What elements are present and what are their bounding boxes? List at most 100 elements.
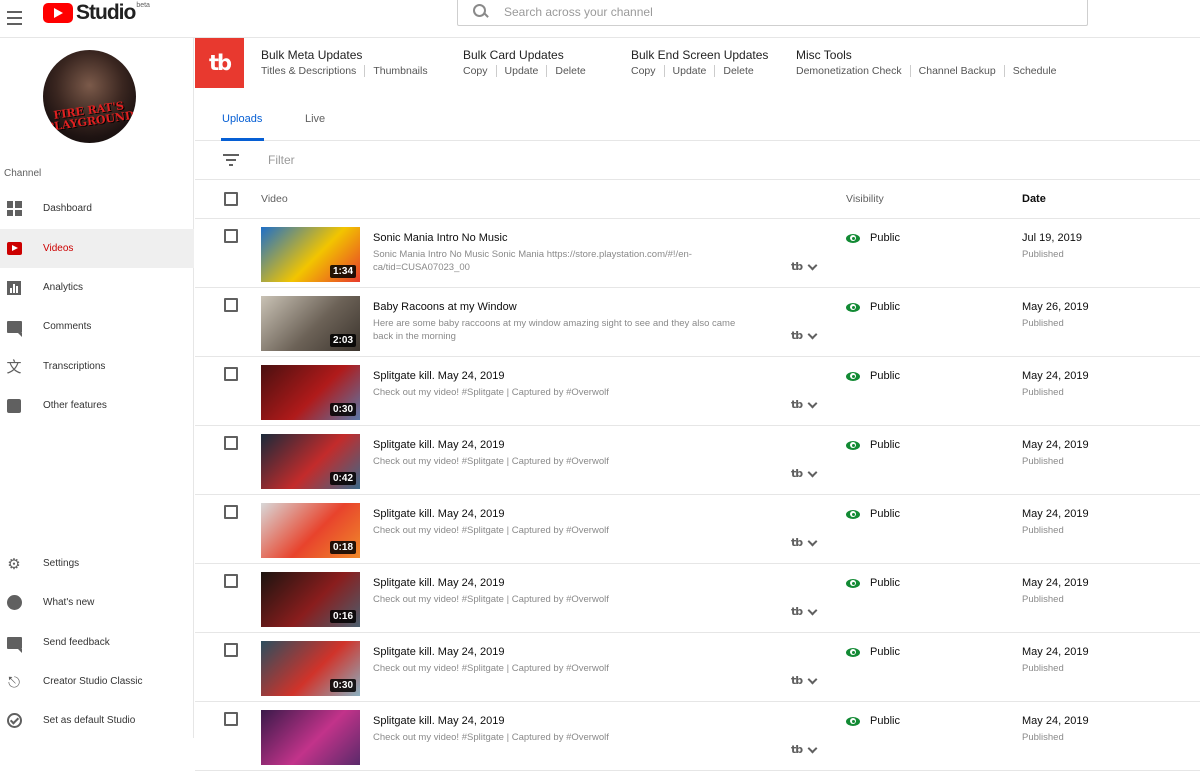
video-thumbnail[interactable]: 1:34 xyxy=(261,227,360,282)
chevron-down-icon[interactable] xyxy=(807,605,818,616)
hamburger-menu-icon[interactable] xyxy=(7,11,22,25)
tb-link-delete[interactable]: Delete xyxy=(714,65,761,77)
filter-input[interactable]: Filter xyxy=(268,153,295,167)
visibility-cell[interactable]: Public xyxy=(846,508,900,520)
tb-link-channel-backup[interactable]: Channel Backup xyxy=(909,65,1004,77)
sidebar-item-comments[interactable]: Comments xyxy=(0,307,194,346)
sidebar-item-transcriptions[interactable]: 文 Transcriptions xyxy=(0,347,194,386)
visibility-label: Public xyxy=(870,508,900,520)
row-checkbox[interactable] xyxy=(224,298,238,312)
chevron-down-icon[interactable] xyxy=(807,329,818,340)
tubebuddy-row-icon[interactable]: tb xyxy=(791,398,803,411)
tb-group-bulk-meta: Bulk Meta Updates Titles & Descriptions … xyxy=(261,48,436,77)
visibility-cell[interactable]: Public xyxy=(846,577,900,589)
visibility-cell[interactable]: Public xyxy=(846,646,900,658)
sidebar-item-whats-new[interactable]: What's new xyxy=(0,583,194,622)
row-checkbox[interactable] xyxy=(224,712,238,726)
header-visibility[interactable]: Visibility xyxy=(846,193,884,205)
row-checkbox[interactable] xyxy=(224,436,238,450)
tb-link-update[interactable]: Update xyxy=(663,65,715,77)
tubebuddy-logo-icon[interactable]: tb xyxy=(195,38,244,88)
video-thumbnail[interactable]: 2:03 xyxy=(261,296,360,351)
tb-link-delete[interactable]: Delete xyxy=(546,65,593,77)
table-row[interactable]: Splitgate kill. May 24, 2019 Check out m… xyxy=(195,702,1200,771)
visibility-cell[interactable]: Public xyxy=(846,715,900,727)
table-row[interactable]: 0:30 Splitgate kill. May 24, 2019 Check … xyxy=(195,633,1200,702)
select-all-checkbox[interactable] xyxy=(224,192,238,206)
video-description: Check out my video! #Splitgate | Capture… xyxy=(373,594,609,605)
video-description: Sonic Mania Intro No Music Sonic Mania h… xyxy=(373,249,692,273)
tab-uploads[interactable]: Uploads xyxy=(222,113,262,125)
visibility-cell[interactable]: Public xyxy=(846,232,900,244)
table-row[interactable]: 1:34 Sonic Mania Intro No Music Sonic Ma… xyxy=(195,219,1200,288)
chevron-down-icon[interactable] xyxy=(807,467,818,478)
chevron-down-icon[interactable] xyxy=(807,674,818,685)
tb-link-schedule[interactable]: Schedule xyxy=(1003,65,1065,77)
chevron-down-icon[interactable] xyxy=(807,260,818,271)
sidebar-item-settings[interactable]: ⚙ Settings xyxy=(0,544,194,583)
visibility-cell[interactable]: Public xyxy=(846,439,900,451)
visibility-cell[interactable]: Public xyxy=(846,301,900,313)
video-title[interactable]: Splitgate kill. May 24, 2019 xyxy=(373,646,504,658)
row-checkbox[interactable] xyxy=(224,229,238,243)
table-row[interactable]: 0:30 Splitgate kill. May 24, 2019 Check … xyxy=(195,357,1200,426)
sidebar-item-set-default-studio[interactable]: Set as default Studio xyxy=(0,701,194,740)
tubebuddy-row-icon[interactable]: tb xyxy=(791,743,803,756)
video-title[interactable]: Baby Racoons at my Window xyxy=(373,301,517,313)
row-checkbox[interactable] xyxy=(224,643,238,657)
sidebar-item-analytics[interactable]: Analytics xyxy=(0,268,194,307)
chevron-down-icon[interactable] xyxy=(807,743,818,754)
chevron-down-icon[interactable] xyxy=(807,398,818,409)
dashboard-icon xyxy=(6,201,22,217)
sidebar-item-label: Creator Studio Classic xyxy=(43,676,143,687)
publish-status: Published xyxy=(1022,249,1064,260)
video-thumbnail[interactable]: 0:16 xyxy=(261,572,360,627)
chevron-down-icon[interactable] xyxy=(807,536,818,547)
video-thumbnail[interactable]: 0:30 xyxy=(261,365,360,420)
channel-avatar[interactable]: FIRE RAT'S PLAYGROUND xyxy=(43,50,136,143)
tubebuddy-row-icon[interactable]: tb xyxy=(791,467,803,480)
video-title[interactable]: Splitgate kill. May 24, 2019 xyxy=(373,370,504,382)
table-row[interactable]: 0:18 Splitgate kill. May 24, 2019 Check … xyxy=(195,495,1200,564)
row-checkbox[interactable] xyxy=(224,367,238,381)
filter-icon[interactable] xyxy=(223,154,239,166)
publish-date: May 26, 2019 xyxy=(1022,301,1089,313)
tb-link-titles-descriptions[interactable]: Titles & Descriptions xyxy=(261,65,364,77)
video-title[interactable]: Splitgate kill. May 24, 2019 xyxy=(373,577,504,589)
tb-link-thumbnails[interactable]: Thumbnails xyxy=(364,65,435,77)
video-description: Check out my video! #Splitgate | Capture… xyxy=(373,663,609,674)
tb-link-copy[interactable]: Copy xyxy=(463,65,496,77)
row-checkbox[interactable] xyxy=(224,574,238,588)
video-thumbnail[interactable]: 0:30 xyxy=(261,641,360,696)
video-thumbnail[interactable]: 0:18 xyxy=(261,503,360,558)
tb-link-update[interactable]: Update xyxy=(495,65,547,77)
sidebar-item-send-feedback[interactable]: Send feedback xyxy=(0,623,194,662)
tubebuddy-row-icon[interactable]: tb xyxy=(791,329,803,342)
sidebar-item-dashboard[interactable]: Dashboard xyxy=(0,189,194,228)
sidebar-item-creator-studio-classic[interactable]: ⎋ Creator Studio Classic xyxy=(0,662,194,701)
table-row[interactable]: 2:03 Baby Racoons at my Window Here are … xyxy=(195,288,1200,357)
tubebuddy-row-icon[interactable]: tb xyxy=(791,605,803,618)
video-title[interactable]: Splitgate kill. May 24, 2019 xyxy=(373,439,504,451)
tubebuddy-row-icon[interactable]: tb xyxy=(791,536,803,549)
tubebuddy-row-icon[interactable]: tb xyxy=(791,260,803,273)
header-date[interactable]: Date xyxy=(1022,193,1046,205)
tb-link-demonetization-check[interactable]: Demonetization Check xyxy=(796,65,910,77)
table-row[interactable]: 0:16 Splitgate kill. May 24, 2019 Check … xyxy=(195,564,1200,633)
video-title[interactable]: Splitgate kill. May 24, 2019 xyxy=(373,715,504,727)
search-input[interactable]: Search across your channel xyxy=(457,0,1088,26)
row-checkbox[interactable] xyxy=(224,505,238,519)
visibility-cell[interactable]: Public xyxy=(846,370,900,382)
publish-date: May 24, 2019 xyxy=(1022,715,1089,727)
tb-link-copy[interactable]: Copy xyxy=(631,65,664,77)
youtube-studio-logo[interactable]: Studio beta xyxy=(43,1,150,24)
video-title[interactable]: Sonic Mania Intro No Music xyxy=(373,232,508,244)
video-duration: 0:18 xyxy=(329,541,356,554)
sidebar-item-videos[interactable]: Videos xyxy=(0,229,194,268)
table-row[interactable]: 0:42 Splitgate kill. May 24, 2019 Check … xyxy=(195,426,1200,495)
video-title[interactable]: Splitgate kill. May 24, 2019 xyxy=(373,508,504,520)
tubebuddy-row-icon[interactable]: tb xyxy=(791,674,803,687)
video-thumbnail[interactable]: 0:42 xyxy=(261,434,360,489)
tab-live[interactable]: Live xyxy=(305,113,325,125)
sidebar-item-other-features[interactable]: Other features xyxy=(0,386,194,425)
